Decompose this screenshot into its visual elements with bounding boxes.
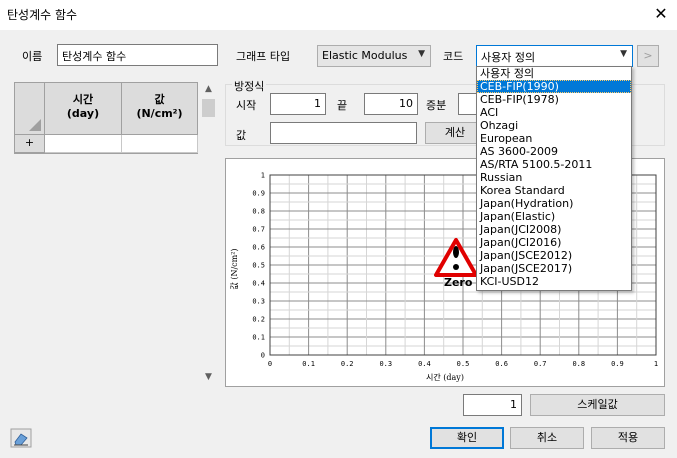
table-cell[interactable]	[45, 135, 122, 153]
x-tick-label: 0.9	[611, 360, 624, 368]
dropdown-option[interactable]: Japan(JSCE2012)	[477, 249, 631, 262]
dropdown-option[interactable]: Ohzagi	[477, 119, 631, 132]
dropdown-option[interactable]: Japan(Hydration)	[477, 197, 631, 210]
chevron-down-icon: ▼	[620, 49, 627, 59]
y-tick-label: 1	[261, 172, 265, 180]
start-input[interactable]: 1	[270, 93, 326, 115]
y-tick-label: 0.7	[252, 226, 265, 234]
chevron-down-icon: ▼	[418, 49, 425, 59]
dropdown-option[interactable]: Japan(JCI2016)	[477, 236, 631, 249]
cancel-button[interactable]: 취소	[510, 427, 584, 449]
y-tick-label: 0.3	[252, 298, 265, 306]
x-tick-label: 0.7	[534, 360, 547, 368]
dropdown-option[interactable]: Korea Standard	[477, 184, 631, 197]
graph-type-label: 그래프 타입	[236, 50, 291, 63]
scale-button[interactable]: 스케일값	[530, 394, 665, 416]
dropdown-option[interactable]: Japan(Elastic)	[477, 210, 631, 223]
y-tick-label: 0.5	[252, 262, 265, 270]
apply-button[interactable]: 적용	[591, 427, 665, 449]
value-label: 값	[236, 129, 247, 142]
scroll-up-icon[interactable]: ▲	[201, 82, 216, 97]
y-tick-label: 0.1	[252, 334, 265, 342]
name-input[interactable]: 탄성계수 함수	[57, 44, 218, 66]
dropdown-option[interactable]: 사용자 정의	[477, 67, 631, 80]
table-corner	[15, 83, 45, 135]
dropdown-option[interactable]: AS/RTA 5100.5-2011	[477, 158, 631, 171]
warning-icon	[434, 238, 478, 277]
code-select[interactable]: 사용자 정의 ▼	[476, 45, 633, 67]
scrollbar-thumb[interactable]	[202, 99, 215, 117]
scroll-down-icon[interactable]: ▼	[201, 370, 216, 385]
next-button[interactable]: >	[637, 45, 659, 67]
equation-group-label: 방정식	[232, 78, 267, 94]
value-input[interactable]	[270, 122, 417, 144]
table-cell[interactable]	[122, 135, 198, 153]
dropdown-option[interactable]: European	[477, 132, 631, 145]
x-tick-label: 0.2	[341, 360, 354, 368]
column-header-value[interactable]: 값 (N/cm²)	[122, 83, 198, 135]
dropdown-option[interactable]: AS 3600-2009	[477, 145, 631, 158]
window-title: 탄성계수 함수	[7, 8, 78, 22]
column-header-time[interactable]: 시간 (day)	[45, 83, 122, 135]
x-tick-label: 0.6	[495, 360, 508, 368]
name-label: 이름	[22, 50, 43, 63]
data-table: 시간 (day) 값 (N/cm²) +	[14, 82, 198, 154]
y-tick-label: 0.2	[252, 316, 265, 324]
code-value: 사용자 정의	[481, 51, 536, 64]
graph-type-value: Elastic Modulus	[322, 49, 408, 62]
end-input[interactable]: 10	[364, 93, 418, 115]
dropdown-option[interactable]: CEB-FIP(1990)	[477, 80, 631, 93]
x-tick-label: 0.3	[379, 360, 392, 368]
dropdown-option[interactable]: CEB-FIP(1978)	[477, 93, 631, 106]
x-axis-label: 시간 (day)	[426, 372, 464, 382]
x-tick-label: 0.8	[572, 360, 585, 368]
add-row-button[interactable]: +	[15, 135, 45, 153]
code-dropdown-list[interactable]: 사용자 정의 CEB-FIP(1990) CEB-FIP(1978) ACI Ohzag…	[476, 66, 632, 291]
x-tick-label: 0.4	[418, 360, 431, 368]
x-tick-label: 0	[268, 360, 272, 368]
start-label: 시작	[236, 99, 257, 112]
dropdown-option[interactable]: KCI-USD12	[477, 275, 631, 288]
close-button[interactable]: ✕	[648, 3, 674, 25]
dropdown-option[interactable]: Japan(JCI2008)	[477, 223, 631, 236]
scale-input[interactable]: 1	[463, 394, 522, 416]
y-tick-label: 0	[261, 352, 265, 360]
y-axis-ticks: 0 0.1 0.2 0.3 0.4 0.5 0.6 0.7 0.8 0.9 1	[252, 172, 265, 360]
vertical-scrollbar[interactable]: ▲ ▼	[201, 82, 216, 387]
y-tick-label: 0.4	[252, 280, 265, 288]
code-label: 코드	[443, 50, 464, 63]
end-label: 끝	[337, 99, 348, 112]
x-tick-label: 0.1	[302, 360, 315, 368]
dropdown-option[interactable]: Japan(JSCE2017)	[477, 262, 631, 275]
eraser-icon[interactable]	[10, 428, 32, 448]
dropdown-option[interactable]: Russian	[477, 171, 631, 184]
graph-type-select[interactable]: Elastic Modulus ▼	[317, 45, 431, 67]
x-tick-label: 0.5	[457, 360, 470, 368]
warning-label: Zero	[444, 276, 473, 289]
ok-button[interactable]: 확인	[430, 427, 504, 449]
corner-triangle-icon	[29, 119, 41, 131]
y-tick-label: 0.8	[252, 208, 265, 216]
y-tick-label: 0.9	[252, 190, 265, 198]
x-tick-label: 1	[654, 360, 658, 368]
step-label: 증분	[426, 99, 447, 112]
y-axis-label: 값 (N/cm²)	[229, 248, 239, 289]
title-bar	[0, 0, 677, 30]
dropdown-option[interactable]: ACI	[477, 106, 631, 119]
x-axis-ticks: 0 0.1 0.2 0.3 0.4 0.5 0.6 0.7 0.8 0.9 1	[268, 360, 658, 368]
y-tick-label: 0.6	[252, 244, 265, 252]
